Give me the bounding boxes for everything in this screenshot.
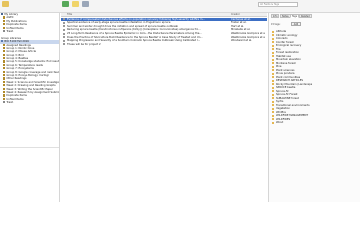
item-type-icon [63,39,65,42]
item-pane: Info Notes Tags Related 15 tags: Add Altitu… [268,13,360,202]
add-note-icon[interactable] [72,1,79,7]
item-row[interactable]: These will be for project 2 [61,43,267,46]
item-type-icon [63,21,65,24]
search-input[interactable]: All Fields & Tags [258,2,298,7]
item-type-icon [63,32,65,35]
collection-item[interactable]: Trash [0,101,59,104]
item-type-icon [63,18,65,21]
item-title: These will be for project 2 [67,42,101,46]
collections-list: My Library AGEC My Publications Duplicate I… [0,13,59,105]
tab-tags[interactable]: Tags [290,14,300,18]
creator-column-header[interactable]: Creator [231,13,240,17]
item-type-icon [63,36,65,39]
tab-related[interactable]: Related [299,14,312,18]
new-item-icon[interactable] [62,1,69,7]
item-type-icon [63,25,65,28]
tab-info[interactable]: Info [271,14,280,18]
tag-count: 15 tags: [271,22,281,26]
zotero-window: All Fields & Tags My Library AGEC My Publi… [0,0,360,202]
item-type-icon [63,29,65,32]
item-type-icon [63,43,65,46]
items-column-header: Title Creator [61,13,267,17]
tag-item[interactable]: Wood [272,121,312,125]
toolbar: All Fields & Tags [0,0,360,13]
new-collection-icon[interactable] [2,1,9,7]
add-tag-button[interactable]: Add [291,22,301,26]
collections-pane: My Library AGEC My Publications Duplicate I… [0,13,60,202]
collection-label: Trash [6,101,14,105]
attach-icon[interactable] [82,1,89,7]
tag-selector-pane [0,147,59,202]
tag-list: Altitude Climatic ecology Colorado Conifer … [272,30,312,125]
title-column-header[interactable]: Title [67,13,72,17]
items-pane: Title Creator Evidence of compensated di… [61,13,267,202]
